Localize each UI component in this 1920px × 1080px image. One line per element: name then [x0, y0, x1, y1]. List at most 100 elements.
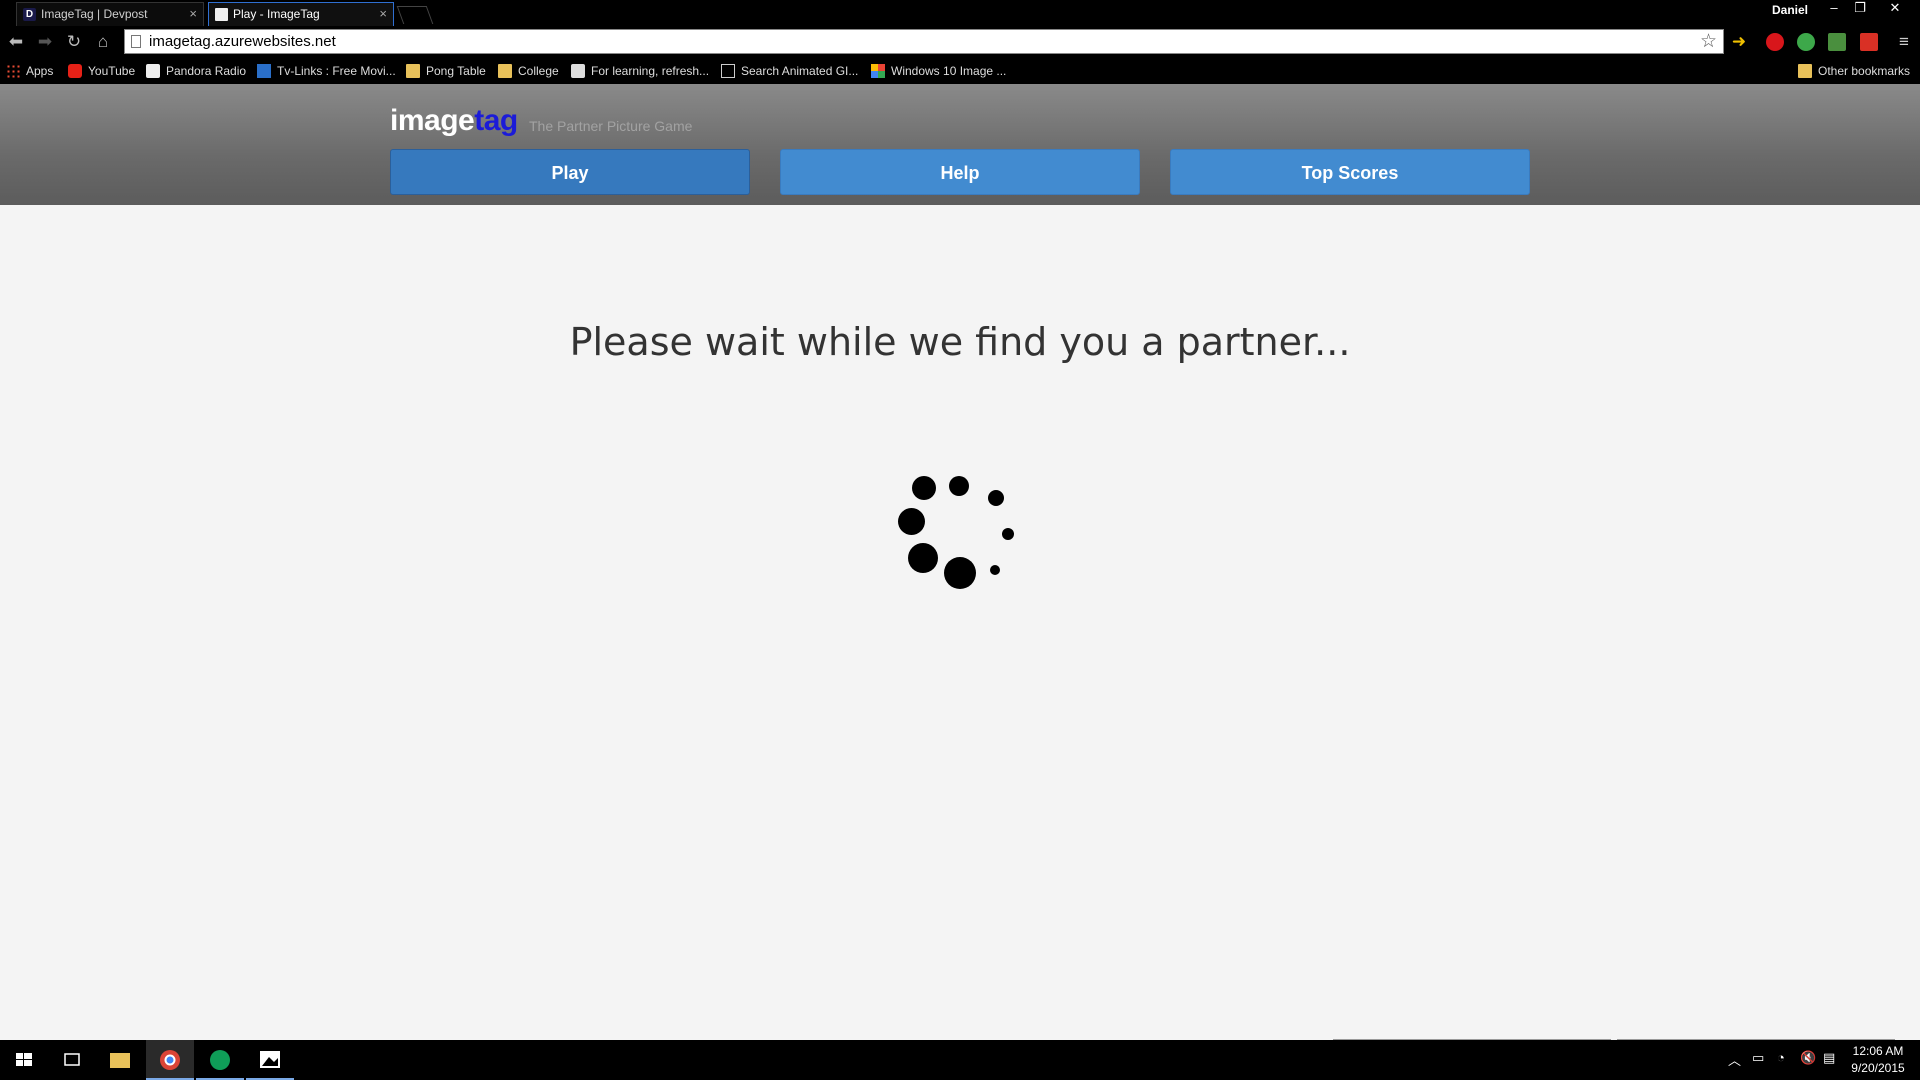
- site-tagline: The Partner Picture Game: [529, 118, 693, 134]
- photos-taskbar-button[interactable]: [246, 1040, 294, 1080]
- bookmark-other[interactable]: Other bookmarks: [1798, 62, 1910, 80]
- bookmark-label: Tv-Links : Free Movi...: [277, 64, 396, 78]
- pandora-icon: [146, 64, 160, 78]
- adblock-icon[interactable]: [1766, 33, 1784, 51]
- task-view-button[interactable]: [48, 1040, 96, 1080]
- devpost-favicon-icon: D: [23, 8, 36, 21]
- bookmark-youtube[interactable]: YouTube: [68, 62, 135, 80]
- bookmark-label: For learning, refresh...: [591, 64, 710, 78]
- play-button[interactable]: Play: [390, 149, 750, 195]
- spinner-dot: [990, 565, 1000, 575]
- site-header: imagetag The Partner Picture Game Play H…: [0, 84, 1920, 205]
- clock-date: 9/20/2015: [1851, 1061, 1905, 1075]
- logo-image-text: image: [390, 104, 475, 137]
- clock-time: 12:06 AM: [1852, 1044, 1904, 1058]
- bookmark-pong-table[interactable]: Pong Table: [406, 62, 486, 80]
- web-icon: [571, 64, 585, 78]
- folder-icon: [1798, 64, 1812, 78]
- logo-tag-text: tag: [474, 104, 518, 137]
- close-window-icon[interactable]: ✕: [1883, 0, 1907, 18]
- spinner-dot: [908, 543, 938, 573]
- folder-icon: [498, 64, 512, 78]
- battery-icon[interactable]: ▭: [1752, 1050, 1764, 1066]
- windows-taskbar: ︿ ▭ ◔ 🔇 ▤ 12:06 AM 9/20/2015: [0, 1040, 1920, 1080]
- page-favicon-icon: [215, 8, 228, 21]
- tab-title: Play - ImageTag: [233, 7, 320, 21]
- forward-icon[interactable]: ➡: [33, 30, 57, 54]
- bookmark-for-learning[interactable]: For learning, refresh...: [571, 62, 709, 80]
- spinner-dot: [988, 490, 1004, 506]
- bookmark-tvlinks[interactable]: Tv-Links : Free Movi...: [257, 62, 396, 80]
- minimize-icon[interactable]: –: [1822, 0, 1846, 18]
- hangouts-taskbar-button[interactable]: [196, 1040, 244, 1080]
- wait-message: Please wait while we find you a partner.…: [569, 320, 1351, 364]
- bookmark-pandora[interactable]: Pandora Radio: [146, 62, 246, 80]
- top-scores-button[interactable]: Top Scores: [1170, 149, 1530, 195]
- arrow-extension-icon[interactable]: ➜: [1727, 30, 1751, 54]
- task-view-icon: [64, 1053, 80, 1066]
- action-center-icon[interactable]: ▤: [1823, 1050, 1835, 1066]
- bookmark-label: Search Animated GI...: [741, 64, 859, 78]
- start-button[interactable]: [0, 1040, 48, 1080]
- back-icon[interactable]: ⬅: [4, 30, 28, 54]
- browser-tabstrip: D ImageTag | Devpost × Play - ImageTag ×…: [0, 0, 1920, 26]
- bookmark-windows10[interactable]: Windows 10 Image ...: [871, 62, 1006, 80]
- tab-title: ImageTag | Devpost: [41, 7, 148, 21]
- folder-icon: [406, 64, 420, 78]
- chrome-icon: [160, 1050, 180, 1070]
- bookmark-label: Windows 10 Image ...: [891, 64, 1007, 78]
- play-icon: [257, 64, 271, 78]
- help-button[interactable]: Help: [780, 149, 1140, 195]
- wifi-icon[interactable]: ◔: [1777, 1050, 1785, 1065]
- tab-devpost[interactable]: D ImageTag | Devpost ×: [16, 2, 204, 26]
- new-tab-button[interactable]: [396, 6, 434, 24]
- loading-spinner-icon: [895, 470, 1020, 595]
- bookmark-label: Pong Table: [426, 64, 486, 78]
- gmail-icon[interactable]: [1860, 33, 1878, 51]
- show-hidden-icons[interactable]: ︿: [1728, 1050, 1741, 1069]
- address-bar[interactable]: imagetag.azurewebsites.net ☆: [124, 29, 1724, 54]
- url-text: imagetag.azurewebsites.net: [149, 33, 336, 50]
- reload-icon[interactable]: ↻: [62, 30, 86, 54]
- bookmark-label: Apps: [26, 64, 54, 78]
- evernote-icon[interactable]: [1797, 33, 1815, 51]
- tab-close-icon[interactable]: ×: [189, 3, 197, 25]
- tab-play-imagetag[interactable]: Play - ImageTag ×: [208, 2, 394, 26]
- spinner-dot: [944, 557, 976, 589]
- main-content: Please wait while we find you a partner.…: [0, 205, 1920, 1045]
- home-icon[interactable]: ⌂: [91, 30, 115, 54]
- bookmark-search-animated[interactable]: Search Animated GI...: [721, 62, 858, 80]
- bookmark-label: YouTube: [88, 64, 136, 78]
- menu-icon[interactable]: ≡: [1892, 30, 1916, 54]
- photos-icon: [260, 1051, 280, 1068]
- bookmark-star-icon[interactable]: ☆: [1700, 30, 1717, 53]
- youtube-icon: [68, 64, 82, 78]
- folder-icon: [110, 1053, 130, 1068]
- windows-icon: [871, 64, 885, 78]
- apps-grid-icon: [6, 64, 20, 78]
- tab-close-icon[interactable]: ×: [379, 3, 387, 25]
- bookmark-college[interactable]: College: [498, 62, 559, 80]
- page-icon: [721, 64, 735, 78]
- site-logo[interactable]: imagetag: [390, 104, 518, 138]
- hangouts-icon: [210, 1050, 230, 1070]
- spinner-dot: [898, 508, 925, 535]
- bookmark-label: Pandora Radio: [166, 64, 247, 78]
- bookmark-apps[interactable]: Apps: [6, 62, 53, 80]
- page-icon: [131, 35, 141, 48]
- file-explorer-button[interactable]: [96, 1040, 144, 1080]
- spinner-dot: [912, 476, 936, 500]
- profile-name[interactable]: Daniel: [1772, 3, 1808, 17]
- bookmark-label: College: [518, 64, 559, 78]
- chrome-taskbar-button[interactable]: [146, 1040, 194, 1080]
- browser-toolbar: ⬅ ➡ ↻ ⌂ imagetag.azurewebsites.net ☆ ➜ ≡: [0, 26, 1920, 58]
- extension-icon[interactable]: [1828, 33, 1846, 51]
- restore-icon[interactable]: ❐: [1848, 0, 1872, 18]
- taskbar-clock[interactable]: 12:06 AM 9/20/2015: [1840, 1043, 1916, 1077]
- bookmarks-bar: Apps YouTube Pandora Radio Tv-Links : Fr…: [0, 58, 1920, 84]
- spinner-dot: [1002, 528, 1014, 540]
- volume-muted-icon[interactable]: 🔇: [1800, 1050, 1816, 1066]
- spinner-dot: [949, 476, 969, 496]
- windows-logo-icon: [16, 1053, 32, 1066]
- bookmark-label: Other bookmarks: [1818, 64, 1911, 78]
